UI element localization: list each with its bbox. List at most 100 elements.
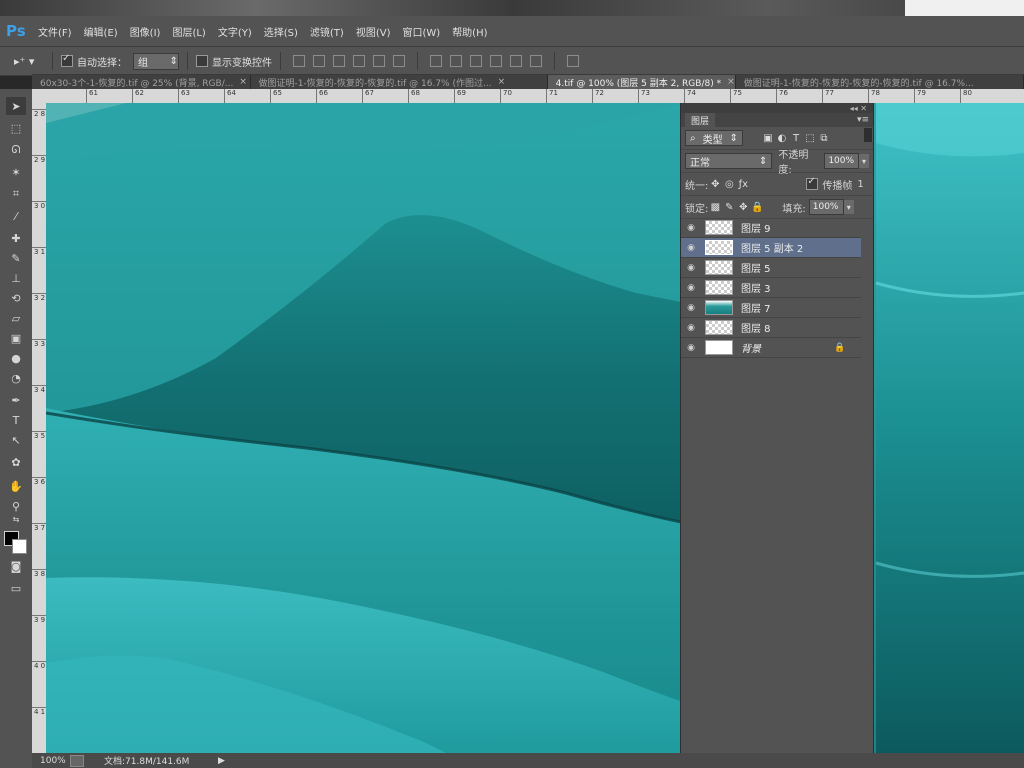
- menu-file[interactable]: 文件(F): [32, 24, 78, 39]
- lasso-tool-icon[interactable]: ᘏ: [6, 141, 26, 159]
- distribute-hcenter-icon[interactable]: [510, 55, 522, 67]
- eye-icon[interactable]: ◉: [681, 263, 701, 273]
- layer-row[interactable]: ◉ 图层 8: [681, 318, 861, 338]
- unify-visibility-icon[interactable]: ◎: [722, 177, 736, 191]
- panel-collapse-bar[interactable]: ◂◂ ✕: [681, 103, 873, 113]
- crop-tool-icon[interactable]: ⌗: [6, 185, 26, 203]
- layer-row[interactable]: ◉ 图层 5 副本 2: [681, 238, 861, 258]
- tab-document-1[interactable]: 60x30-3个-1-恢复的.tif @ 25% (背景, RGB/... ×: [32, 75, 251, 89]
- panel-scrollbar[interactable]: [864, 128, 872, 142]
- eyedropper-tool-icon[interactable]: ⁄: [6, 207, 26, 225]
- hand-tool-icon[interactable]: ✋: [6, 477, 26, 495]
- menu-help[interactable]: 帮助(H): [446, 24, 493, 39]
- eye-icon[interactable]: ◉: [681, 283, 701, 293]
- status-menu-arrow-icon[interactable]: ▶: [218, 756, 225, 766]
- lock-all-icon[interactable]: 🔒: [750, 200, 764, 214]
- layer-row[interactable]: ◉ 图层 5: [681, 258, 861, 278]
- opacity-input[interactable]: 100%: [824, 153, 860, 169]
- eye-icon[interactable]: ◉: [681, 303, 701, 313]
- document-canvas[interactable]: [46, 103, 1024, 753]
- quick-mask-icon[interactable]: ◙: [6, 557, 26, 575]
- screen-mode-icon[interactable]: ▭: [6, 579, 26, 597]
- unify-position-icon[interactable]: ✥: [708, 177, 722, 191]
- lock-position-icon[interactable]: ✥: [736, 200, 750, 214]
- auto-align-icon[interactable]: [567, 55, 579, 67]
- tab-document-4[interactable]: 做图证明-1-恢复的-恢复的-恢复的-恢复的.tif @ 16.7%...: [735, 75, 1024, 89]
- path-selection-tool-icon[interactable]: ↖: [6, 431, 26, 449]
- pen-tool-icon[interactable]: ✒: [6, 391, 26, 409]
- menu-edit[interactable]: 编辑(E): [78, 24, 124, 39]
- tab-layers[interactable]: 图层: [685, 112, 716, 128]
- layer-row[interactable]: ◉ 图层 3: [681, 278, 861, 298]
- show-transform-checkbox[interactable]: [196, 55, 208, 67]
- swap-colors-icon[interactable]: ⇆: [6, 513, 26, 525]
- align-bottom-icon[interactable]: [333, 55, 345, 67]
- align-hcenter-icon[interactable]: [373, 55, 385, 67]
- align-right-icon[interactable]: [393, 55, 405, 67]
- opacity-slider-icon[interactable]: ▾: [859, 154, 869, 168]
- align-vcenter-icon[interactable]: [313, 55, 325, 67]
- fill-slider-icon[interactable]: ▾: [843, 200, 854, 214]
- lock-transparent-icon[interactable]: ▩: [708, 200, 722, 214]
- shape-tool-icon[interactable]: ✿: [6, 453, 26, 471]
- menu-image[interactable]: 图像(I): [124, 24, 167, 39]
- status-info-icon[interactable]: [70, 754, 84, 767]
- menu-layer[interactable]: 图层(L): [166, 24, 211, 39]
- stamp-tool-icon[interactable]: ⊥: [6, 269, 26, 287]
- lock-image-icon[interactable]: ✎: [722, 200, 736, 214]
- vertical-ruler[interactable]: 2 8 2 9 3 0 3 1 3 2 3 3 3 4 3 5 3 6 3 7 3 8 3 9 4 0 4…: [32, 103, 47, 753]
- gradient-tool-icon[interactable]: ▣: [6, 329, 26, 347]
- menu-window[interactable]: 窗口(W): [396, 24, 446, 39]
- filter-adjustment-icon[interactable]: ◐: [775, 131, 789, 145]
- eraser-tool-icon[interactable]: ▱: [6, 309, 26, 327]
- menu-type[interactable]: 文字(Y): [212, 24, 258, 39]
- eye-icon[interactable]: ◉: [681, 323, 701, 333]
- filter-smart-object-icon[interactable]: ⧉: [817, 131, 831, 145]
- close-icon[interactable]: ×: [239, 77, 247, 87]
- magic-wand-tool-icon[interactable]: ✶: [6, 163, 26, 181]
- menu-view[interactable]: 视图(V): [350, 24, 397, 39]
- filter-type-icon[interactable]: T: [789, 131, 803, 145]
- filter-shape-icon[interactable]: ⬚: [803, 131, 817, 145]
- collapse-icon[interactable]: ◂◂ ✕: [850, 104, 867, 113]
- close-icon[interactable]: ×: [727, 77, 735, 87]
- healing-brush-tool-icon[interactable]: ✚: [6, 229, 26, 247]
- distribute-bottom-icon[interactable]: [470, 55, 482, 67]
- filter-pixel-icon[interactable]: ▣: [761, 131, 775, 145]
- dodge-tool-icon[interactable]: ◔: [6, 369, 26, 387]
- background-color-swatch[interactable]: [12, 539, 27, 554]
- fill-input[interactable]: 100%: [808, 199, 844, 215]
- brush-tool-icon[interactable]: ✎: [6, 249, 26, 267]
- marquee-tool-icon[interactable]: ⬚: [6, 119, 26, 137]
- distribute-right-icon[interactable]: [530, 55, 542, 67]
- unify-style-icon[interactable]: ƒx: [736, 177, 750, 191]
- move-tool-preset-icon[interactable]: ▸⁺ ▾: [14, 55, 44, 68]
- filter-type-dropdown[interactable]: ⌕ 类型 ⇕: [685, 130, 743, 146]
- align-top-icon[interactable]: [293, 55, 305, 67]
- propagate-frame-checkbox[interactable]: [806, 176, 819, 190]
- auto-select-checkbox[interactable]: [61, 53, 73, 67]
- horizontal-ruler[interactable]: 61 62 63 64 65 66 67 68 69 70 71 72 73 74 75 76 77 78 79 80: [46, 89, 1024, 104]
- tab-document-active[interactable]: 4.tif @ 100% (图层 5 副本 2, RGB/8) * ×: [547, 75, 736, 89]
- close-icon[interactable]: ×: [498, 77, 506, 87]
- align-left-icon[interactable]: [353, 55, 365, 67]
- blend-mode-dropdown[interactable]: 正常 ⇕: [685, 153, 773, 169]
- panel-menu-icon[interactable]: ▾≡: [857, 115, 869, 125]
- eye-icon[interactable]: ◉: [681, 223, 701, 233]
- auto-select-dropdown[interactable]: 组 ⇕: [133, 52, 179, 70]
- eye-icon[interactable]: ◉: [681, 243, 701, 253]
- blur-tool-icon[interactable]: ●: [6, 349, 26, 367]
- type-tool-icon[interactable]: T: [6, 411, 26, 429]
- eye-icon[interactable]: ◉: [681, 343, 701, 353]
- layer-row[interactable]: ◉ 背景 🔒: [681, 338, 861, 358]
- menu-select[interactable]: 选择(S): [258, 24, 304, 39]
- distribute-vcenter-icon[interactable]: [450, 55, 462, 67]
- distribute-left-icon[interactable]: [490, 55, 502, 67]
- distribute-top-icon[interactable]: [430, 55, 442, 67]
- menu-filter[interactable]: 滤镜(T): [304, 24, 350, 39]
- layer-row[interactable]: ◉ 图层 9: [681, 218, 861, 238]
- tab-document-2[interactable]: 做图证明-1-恢复的-恢复的-恢复的.tif @ 16.7% (作图过... ×: [250, 75, 548, 89]
- zoom-level[interactable]: 100%: [40, 756, 70, 766]
- layer-row[interactable]: ◉ 图层 7: [681, 298, 861, 318]
- move-tool-icon[interactable]: ➤: [6, 97, 26, 115]
